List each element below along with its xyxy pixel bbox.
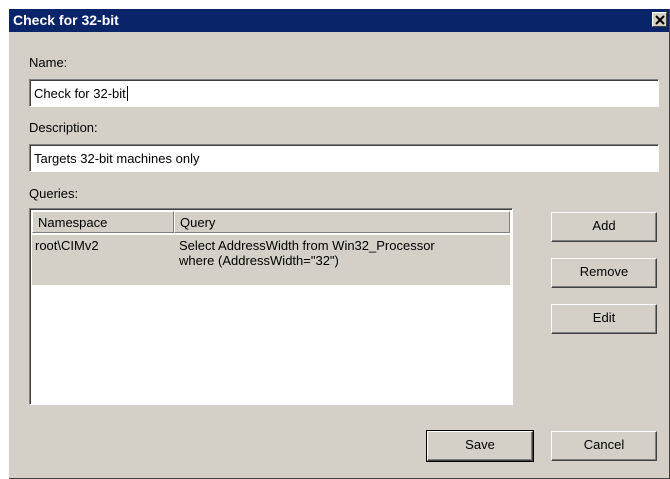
name-field[interactable]: Check for 32-bit <box>29 79 659 107</box>
query-cell-line2: where (AddressWidth="32") <box>179 253 339 268</box>
dialog-window: Check for 32-bit Name: Check for 32-bit … <box>8 8 669 478</box>
queries-label: Queries: <box>29 186 79 201</box>
save-button[interactable]: Save <box>426 430 534 462</box>
table-row[interactable]: root\CIMv2 Select AddressWidth from Win3… <box>32 235 510 285</box>
window-title: Check for 32-bit <box>13 12 119 28</box>
query-cell-line1: Select AddressWidth from Win32_Processor <box>179 238 435 253</box>
description-value: Targets 32-bit machines only <box>34 151 200 166</box>
name-label: Name: <box>29 55 68 70</box>
name-value: Check for 32-bit <box>34 86 126 101</box>
text-caret <box>126 86 128 101</box>
column-header-query[interactable]: Query <box>174 211 510 233</box>
edit-button[interactable]: Edit <box>551 304 657 334</box>
description-field[interactable]: Targets 32-bit machines only <box>29 144 659 172</box>
namespace-cell: root\CIMv2 <box>35 238 99 253</box>
cancel-button[interactable]: Cancel <box>551 431 657 461</box>
list-header: Namespace Query <box>32 211 510 233</box>
remove-button[interactable]: Remove <box>551 258 657 288</box>
column-header-namespace[interactable]: Namespace <box>32 211 174 233</box>
close-button[interactable] <box>652 12 667 27</box>
queries-list[interactable]: Namespace Query root\CIMv2 Select Addres… <box>29 208 513 405</box>
close-icon <box>655 15 665 25</box>
description-label: Description: <box>29 120 98 135</box>
title-bar[interactable]: Check for 32-bit <box>9 9 669 32</box>
add-button[interactable]: Add <box>551 212 657 242</box>
